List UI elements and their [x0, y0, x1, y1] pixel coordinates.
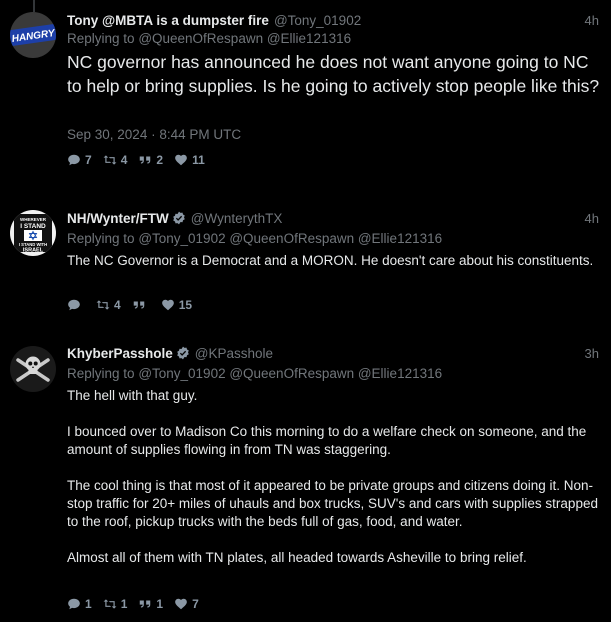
verified-badge-icon [177, 346, 189, 360]
comment-button[interactable]: 7 [67, 153, 92, 167]
retweet-button[interactable]: 4 [103, 153, 128, 167]
quote-button[interactable] [132, 298, 150, 312]
quote-count: 1 [156, 597, 164, 611]
comment-icon [68, 299, 80, 311]
post-3[interactable]: KhyberPasshole @KPasshole 3h Replying to … [0, 336, 611, 622]
action-bar: 7 4 2 11 [67, 152, 216, 168]
avatar-text-line-4: ISRAEL [23, 248, 44, 254]
user-handle[interactable]: @KPasshole [195, 346, 273, 361]
comment-button[interactable] [67, 298, 85, 312]
post-body: The NC Governor is a Democrat and a MORO… [67, 252, 602, 270]
action-bar: 1 1 1 7 [67, 596, 210, 612]
reply-context: Replying to @QueenOfRespawn @Ellie121316 [67, 31, 351, 46]
reply-prefix: Replying to [67, 31, 135, 46]
display-name[interactable]: NH/Wynter/FTW [67, 211, 169, 226]
post-time[interactable]: 4h [585, 210, 599, 228]
quote-icon [140, 600, 151, 608]
display-name[interactable]: Tony @MBTA is a dumpster fire [67, 13, 269, 28]
like-count: 11 [192, 153, 205, 167]
reply-mentions[interactable]: @QueenOfRespawn @Ellie121316 [138, 31, 351, 46]
quote-button[interactable]: 2 [138, 153, 163, 167]
quote-button[interactable]: 1 [138, 597, 163, 611]
post-body: NC governor has announced he does not wa… [67, 50, 602, 98]
post-paragraph: The hell with that guy. [67, 388, 198, 403]
action-bar: 4 15 [67, 297, 203, 313]
user-handle[interactable]: @WynterythTX [191, 211, 283, 226]
quote-icon [140, 156, 151, 164]
quote-count: 2 [156, 153, 164, 167]
post-paragraph: Almost all of them with TN plates, all h… [67, 550, 527, 565]
retweet-button[interactable]: 1 [103, 597, 128, 611]
retweet-count: 1 [120, 597, 128, 611]
post-time[interactable]: 3h [585, 345, 599, 363]
retweet-count: 4 [120, 153, 128, 167]
post-header: Tony @MBTA is a dumpster fire @Tony_01902… [67, 12, 599, 30]
reply-context: Replying to @Tony_01902 @QueenOfRespawn … [67, 231, 442, 246]
thread-line [33, 0, 35, 12]
retweet-icon [96, 300, 110, 310]
avatar-text-line-2: I STAND [20, 223, 46, 230]
like-count: 15 [178, 298, 193, 312]
avatar[interactable]: WHEREVER I STAND I STAND WITH ISRAEL [10, 210, 56, 256]
reply-context: Replying to @Tony_01902 @QueenOfRespawn … [67, 366, 442, 381]
post-text: NC governor has announced he does not wa… [67, 52, 600, 96]
retweet-icon [103, 599, 117, 609]
post-paragraph: The cool thing is that most of it appear… [67, 478, 598, 529]
quote-icon [133, 301, 144, 309]
retweet-icon [103, 155, 117, 165]
comment-count: 7 [85, 153, 92, 167]
heart-icon [175, 598, 187, 610]
avatar-text-line-3: I STAND WITH [19, 242, 47, 247]
comment-count: 1 [85, 597, 92, 611]
comment-icon [68, 154, 80, 166]
reply-mentions[interactable]: @Tony_01902 @QueenOfRespawn @Ellie121316 [138, 366, 442, 381]
post-time[interactable]: 4h [585, 12, 599, 30]
comment-button[interactable]: 1 [67, 597, 92, 611]
reply-prefix: Replying to [67, 366, 135, 381]
reply-mentions[interactable]: @Tony_01902 @QueenOfRespawn @Ellie121316 [138, 231, 442, 246]
user-handle[interactable]: @Tony_01902 [274, 13, 361, 28]
reply-prefix: Replying to [67, 231, 135, 246]
post-header: KhyberPasshole @KPasshole 3h [67, 345, 599, 363]
heart-icon [161, 299, 174, 311]
avatar-text-line-1: WHEREVER [20, 217, 47, 222]
like-count: 7 [192, 597, 199, 611]
verified-badge-icon [172, 211, 185, 225]
like-button[interactable]: 11 [174, 153, 205, 167]
post-text: The NC Governor is a Democrat and a MORO… [67, 253, 594, 268]
post-timestamp[interactable]: Sep 30, 2024 · 8:44 PM UTC [67, 127, 241, 142]
post-2[interactable]: WHEREVER I STAND I STAND WITH ISRAEL NH/… [0, 200, 611, 330]
like-button[interactable]: 7 [174, 597, 199, 611]
post-paragraph: I bounced over to Madison Co this mornin… [67, 424, 587, 457]
avatar[interactable] [10, 346, 56, 392]
heart-icon [175, 154, 187, 166]
avatar[interactable]: HANGRY [10, 12, 56, 58]
post-header: NH/Wynter/FTW @WynterythTX 4h [67, 210, 599, 228]
comment-icon [68, 598, 80, 610]
post-body: The hell with that guy. I bounced over t… [67, 387, 602, 567]
display-name[interactable]: KhyberPasshole [67, 346, 173, 361]
post-1[interactable]: HANGRY Tony @MBTA is a dumpster fire @Ton… [0, 0, 611, 185]
like-button[interactable]: 15 [161, 298, 192, 312]
retweet-button[interactable]: 4 [96, 298, 121, 312]
retweet-count: 4 [114, 298, 121, 312]
